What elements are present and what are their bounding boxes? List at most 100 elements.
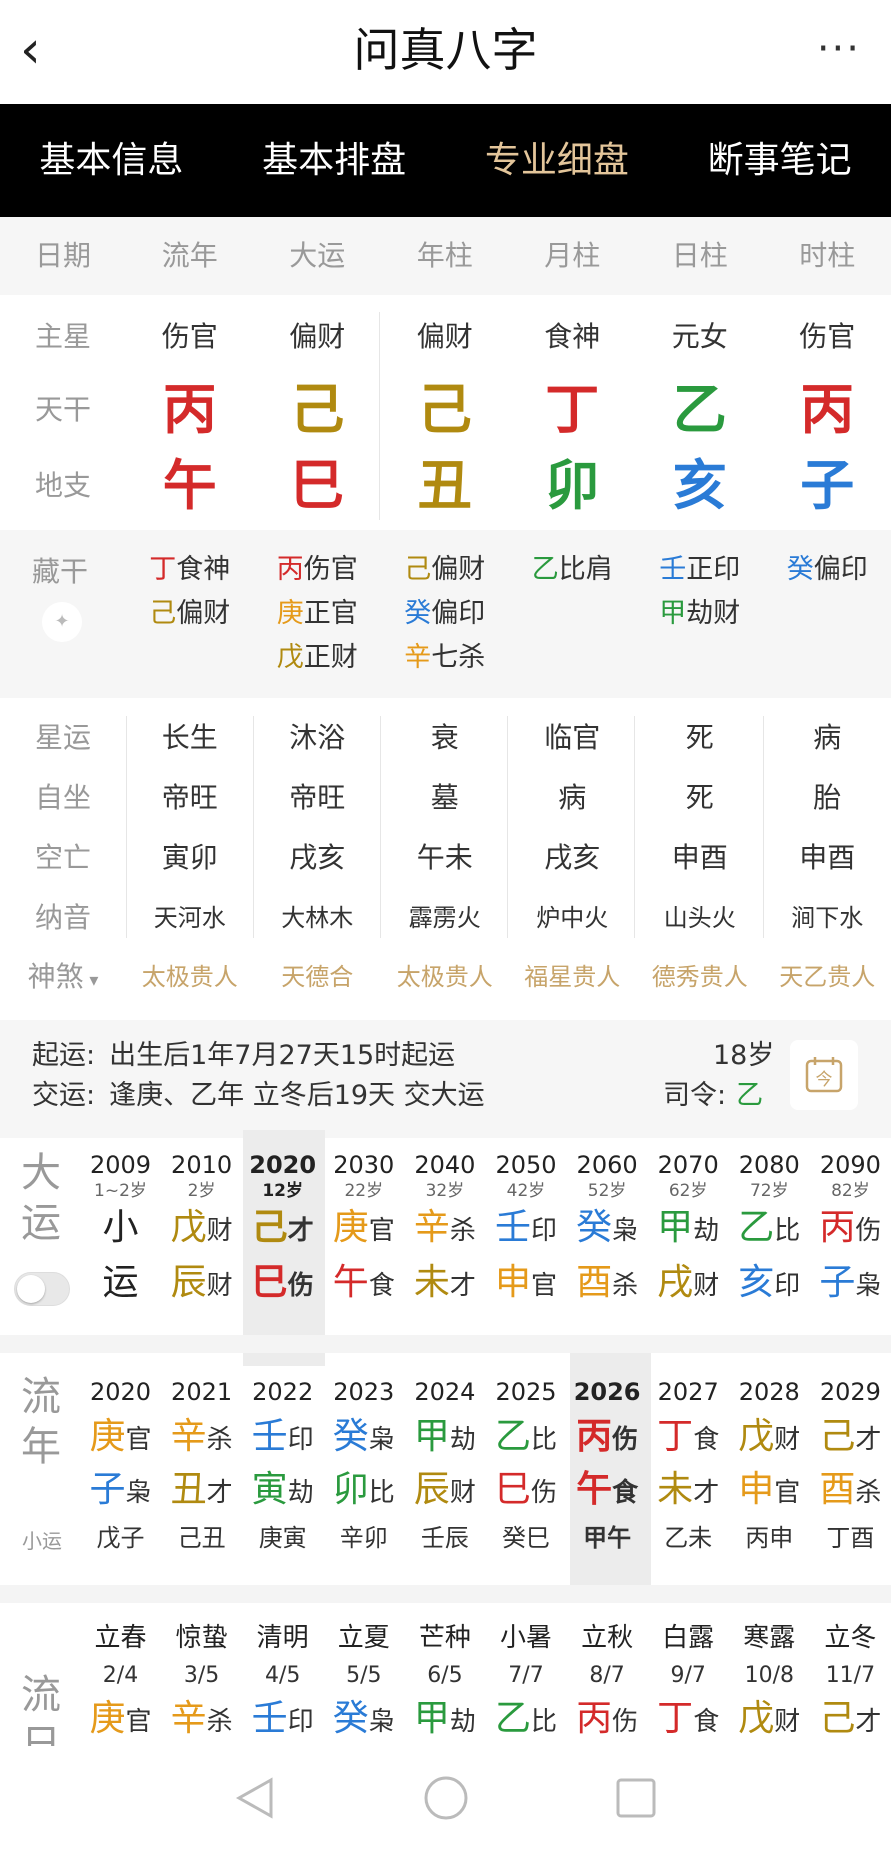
dayun-char: 庚 (332, 1207, 369, 1248)
dayun-column[interactable]: 2090 82岁 丙伤 子枭 (810, 1150, 891, 1312)
liunian-char: 申 (738, 1469, 775, 1510)
shensha-cell[interactable]: 德秀贵人 (636, 952, 764, 1002)
dizhi-cell: 卯 (545, 454, 600, 517)
dayun-char: 小 (102, 1207, 139, 1248)
dayun-toggle[interactable] (14, 1272, 70, 1306)
liuyue-column[interactable]: 小暑 7/7 乙比 (486, 1618, 567, 1746)
liunian-column[interactable]: 2020 庚官 子枭 戊子 (80, 1372, 161, 1558)
tab-basic-info[interactable]: 基本信息 (0, 104, 223, 217)
liuyue-gan: 丙伤 (567, 1694, 648, 1746)
liunian-xiaoyun: 甲午 (583, 1524, 632, 1552)
dayun-gan: 己才 (242, 1202, 323, 1257)
liunian-column[interactable]: 2024 甲劫 辰财 壬辰 (404, 1372, 485, 1558)
shensha-label[interactable]: 神煞 ▾ (0, 952, 126, 1002)
liuyue-column[interactable]: 惊蛰 3/5 辛杀 (161, 1618, 242, 1746)
shensha-cell[interactable]: 太极贵人 (381, 952, 509, 1002)
dayun-column[interactable]: 2010 2岁 戊财 辰财 (161, 1150, 242, 1312)
dayun-column[interactable]: 2020 12岁 己才 巳伤 (242, 1150, 323, 1312)
dayun-column[interactable]: 2050 42岁 壬印 申官 (486, 1150, 567, 1312)
svg-text:今: 今 (816, 1070, 833, 1090)
canggan-gan: 乙 (531, 554, 559, 585)
liunian-column[interactable]: 2022 壬印 寅劫 庚寅 (242, 1372, 323, 1558)
liuyue-column[interactable]: 白露 9/7 丁食 (648, 1618, 729, 1746)
liunian-gan: 丙伤 (567, 1412, 648, 1465)
liuyue-column[interactable]: 立秋 8/7 丙伤 (567, 1618, 648, 1746)
liuyue-gan: 乙比 (486, 1694, 567, 1746)
liunian-char: 寅 (251, 1469, 288, 1510)
canggan-shishen: 偏印 (813, 554, 868, 585)
dayun-shishen: 枭 (855, 1271, 882, 1301)
column-label: 日期 (34, 239, 91, 272)
info-cell: 山头火 (663, 904, 736, 932)
shensha-cell[interactable]: 太极贵人 (126, 952, 254, 1002)
dayun-column[interactable]: 2009 1~2岁小运 (80, 1150, 161, 1312)
tab-basic-chart[interactable]: 基本排盘 (223, 104, 446, 217)
tab-pro-detail[interactable]: 专业细盘 (446, 104, 669, 217)
square-recent-icon[interactable] (614, 1776, 658, 1820)
liunian-shishen: 枭 (125, 1478, 152, 1508)
dayun-gan: 辛杀 (404, 1202, 485, 1257)
pin-icon[interactable]: ✦ (42, 602, 82, 642)
liuyue-column[interactable]: 清明 4/5 壬印 (242, 1618, 323, 1746)
liunian-label: 流年 (21, 1374, 61, 1470)
more-options-icon[interactable]: ··· (817, 24, 861, 74)
dayun-char: 运 (102, 1262, 139, 1303)
liunian-column[interactable]: 2027 丁食 未才 乙未 (648, 1372, 729, 1558)
dayun-shishen: 官 (368, 1216, 395, 1246)
canggan-item: 庚正官 (254, 592, 382, 636)
liunian-char: 癸 (332, 1416, 369, 1457)
dayun-char: 戊 (170, 1207, 207, 1248)
dayun-column[interactable]: 2070 62岁 甲劫 戌财 (648, 1150, 729, 1312)
liunian-year: 2026 (573, 1378, 641, 1406)
liuyue-column[interactable]: 立冬 11/7 己才 (810, 1618, 891, 1746)
triangle-back-icon[interactable] (233, 1776, 277, 1820)
liunian-zhi: 丑才 (161, 1465, 242, 1518)
liunian-column[interactable]: 2026 丙伤 午食 甲午 (567, 1372, 648, 1558)
liuyue-gan: 庚官 (80, 1694, 161, 1746)
liuyue-date: 5/5 (346, 1663, 382, 1688)
canggan-column: 丁食神 己偏财 (126, 548, 254, 688)
liuyue-char: 己 (819, 1698, 856, 1739)
canggan-column: 丙伤官 庚正官 戊正财 (254, 548, 382, 688)
liunian-column[interactable]: 2028 戊财 申官 丙申 (729, 1372, 810, 1558)
liunian-gan: 乙比 (486, 1412, 567, 1465)
tab-notes[interactable]: 断事笔记 (668, 104, 891, 217)
dayun-shishen: 食 (368, 1271, 395, 1301)
dayun-column[interactable]: 2040 32岁 辛杀 未才 (404, 1150, 485, 1312)
dayun-column[interactable]: 2080 72岁 乙比 亥印 (729, 1150, 810, 1312)
liunian-xiaoyun: 乙未 (664, 1524, 713, 1552)
dayun-year: 2050 (495, 1151, 557, 1179)
calendar-icon[interactable]: 今 (790, 1040, 858, 1110)
shensha-cell[interactable]: 天德合 (254, 952, 382, 1002)
liunian-column[interactable]: 2021 辛杀 丑才 己丑 (161, 1372, 242, 1558)
canggan-label: 藏干 (32, 555, 89, 588)
dizhi-cell: 子 (800, 454, 855, 517)
canggan-item: 戊正财 (254, 636, 382, 680)
liuyue-date: 8/7 (589, 1663, 625, 1688)
column-header-3: 月柱 (544, 239, 601, 272)
dayun-column[interactable]: 2030 22岁 庚官 午食 (323, 1150, 404, 1312)
liuyue-char: 乙 (494, 1698, 531, 1739)
liunian-zhi: 未才 (648, 1465, 729, 1518)
dayun-column[interactable]: 2060 52岁 癸枭 酉杀 (567, 1150, 648, 1312)
system-nav-bar (0, 1746, 891, 1849)
dayun-char: 午 (332, 1262, 369, 1303)
liuyue-column[interactable]: 寒露 10/8 戊财 (729, 1618, 810, 1746)
shensha-cell[interactable]: 福星贵人 (509, 952, 637, 1002)
liuyue-jieqi: 立秋 (581, 1623, 634, 1653)
liunian-zhi: 子枭 (80, 1465, 161, 1518)
liuyue-date: 11/7 (825, 1663, 876, 1688)
liunian-column[interactable]: 2029 己才 酉杀 丁酉 (810, 1372, 891, 1558)
dayun-zhi: 亥印 (729, 1257, 810, 1312)
liuyue-shishen: 印 (287, 1707, 314, 1737)
liuyue-column[interactable]: 芒种 6/5 甲劫 (404, 1618, 485, 1746)
liunian-column[interactable]: 2025 乙比 巳伤 癸巳 (486, 1372, 567, 1558)
shensha-cell[interactable]: 天乙贵人 (764, 952, 891, 1002)
liuyue-column[interactable]: 立春 2/4 庚官 (80, 1618, 161, 1746)
liuyue-column[interactable]: 立夏 5/5 癸枭 (323, 1618, 404, 1746)
dayun-char: 申 (494, 1262, 531, 1303)
circle-home-icon[interactable] (422, 1774, 470, 1822)
liunian-column[interactable]: 2023 癸枭 卯比 辛卯 (323, 1372, 404, 1558)
liuyue-jieqi: 小暑 (499, 1623, 552, 1653)
liunian-xiaoyun: 己丑 (177, 1524, 226, 1552)
